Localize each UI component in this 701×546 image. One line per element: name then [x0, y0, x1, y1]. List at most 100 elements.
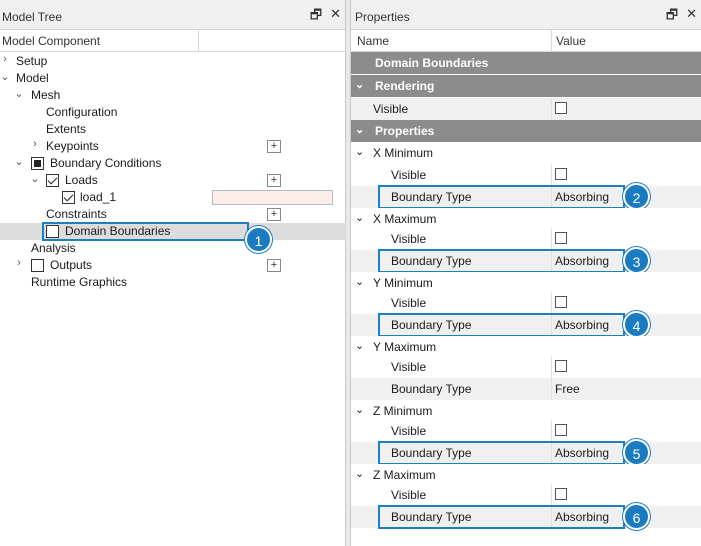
property-name: Visible [391, 232, 427, 246]
model-tree-panel: Model Tree 🗗 ✕ Model Component › Setup ⌄… [0, 0, 346, 546]
tree-item-analysis[interactable]: Analysis [0, 240, 346, 257]
tree-item-label: Analysis [31, 241, 76, 255]
group-label: Z Minimum [373, 404, 433, 418]
chevron-right-icon[interactable]: › [30, 138, 40, 150]
tree-item-loads[interactable]: ⌄ Loads + [0, 172, 346, 189]
group-label: X Maximum [373, 212, 437, 226]
visible-checkbox[interactable] [555, 168, 567, 180]
z-maximum-highlight [378, 505, 625, 529]
chevron-down-icon[interactable]: ⌄ [355, 275, 364, 288]
model-component-header: Model Component [2, 34, 101, 48]
visible-checkbox[interactable] [555, 424, 567, 436]
chevron-down-icon[interactable]: ⌄ [355, 467, 364, 480]
property-name: Visible [391, 488, 427, 502]
section-title: Domain Boundaries [375, 56, 489, 70]
add-keypoint-button[interactable]: + [267, 140, 281, 153]
group-label: Y Maximum [373, 340, 437, 354]
category-rendering[interactable]: ⌄ Rendering [351, 75, 701, 97]
property-row-visible: Visible [351, 356, 701, 378]
add-output-button[interactable]: + [267, 259, 281, 272]
close-icon[interactable]: ✕ [330, 6, 341, 28]
boundary-type-value[interactable]: Free [555, 382, 580, 396]
callout-badge-5: 5 [623, 439, 650, 466]
property-name: Visible [391, 168, 427, 182]
tree-item-label: Outputs [50, 258, 93, 272]
tree-item-outputs[interactable]: › Outputs + [0, 257, 346, 274]
tree-item-label: Constraints [46, 207, 107, 221]
tree-item-mesh[interactable]: ⌄ Mesh [0, 87, 346, 104]
value-column-header: Value [556, 34, 586, 48]
chevron-down-icon[interactable]: ⌄ [355, 211, 364, 224]
tree-item-keypoints[interactable]: › Keypoints + [0, 138, 346, 155]
outputs-checkbox[interactable] [31, 259, 44, 272]
chevron-down-icon[interactable]: ⌄ [0, 70, 10, 83]
tree-item-boundary-conditions[interactable]: ⌄ Boundary Conditions [0, 155, 346, 172]
chevron-down-icon[interactable]: ⌄ [355, 123, 364, 136]
chevron-down-icon[interactable]: ⌄ [355, 145, 364, 158]
property-row-boundary-type[interactable]: Boundary Type Free [351, 378, 701, 400]
category-properties[interactable]: ⌄ Properties [351, 120, 701, 142]
property-row-visible: Visible [351, 228, 701, 250]
chevron-down-icon[interactable]: ⌄ [355, 403, 364, 416]
section-title-row: Domain Boundaries [351, 52, 701, 74]
boundary-conditions-checkbox[interactable] [31, 157, 44, 170]
chevron-right-icon[interactable]: › [0, 53, 10, 65]
tree-item-label: load_1 [80, 190, 117, 204]
close-icon[interactable]: ✕ [686, 6, 697, 28]
tree-item-label: Setup [16, 54, 48, 68]
chevron-down-icon[interactable]: ⌄ [355, 339, 364, 352]
group-z-minimum[interactable]: ⌄ Z Minimum [351, 400, 701, 422]
model-tree-titlebar: Model Tree 🗗 ✕ [0, 0, 345, 30]
properties-column-header: Name Value [351, 30, 701, 52]
chevron-down-icon[interactable]: ⌄ [355, 78, 364, 91]
restore-icon[interactable]: 🗗 [310, 6, 322, 28]
visible-checkbox[interactable] [555, 102, 567, 114]
add-constraint-button[interactable]: + [267, 208, 281, 221]
load-color-swatch[interactable] [212, 190, 333, 205]
x-minimum-highlight [378, 185, 625, 209]
tree-item-label: Model [16, 71, 49, 85]
chevron-down-icon[interactable]: ⌄ [30, 172, 40, 185]
tree-item-runtime-graphics[interactable]: Runtime Graphics [0, 274, 346, 291]
chevron-down-icon[interactable]: ⌄ [14, 155, 24, 168]
tree-item-configuration[interactable]: Configuration [0, 104, 346, 121]
visible-checkbox[interactable] [555, 232, 567, 244]
domain-boundaries-highlight [42, 222, 249, 241]
visible-checkbox[interactable] [555, 488, 567, 500]
callout-badge-2: 2 [623, 183, 650, 210]
group-x-minimum[interactable]: ⌄ X Minimum [351, 142, 701, 164]
name-column-header: Name [357, 34, 390, 48]
property-row-visible: Visible [351, 292, 701, 314]
group-z-maximum[interactable]: ⌄ Z Maximum [351, 464, 701, 486]
property-row-visible: Visible [351, 420, 701, 442]
tree-item-label: Boundary Conditions [50, 156, 162, 170]
add-load-button[interactable]: + [267, 174, 281, 187]
group-x-maximum[interactable]: ⌄ X Maximum [351, 208, 701, 230]
tree-item-model[interactable]: ⌄ Model [0, 70, 346, 87]
property-row-visible: Visible [351, 164, 701, 186]
restore-icon[interactable]: 🗗 [666, 6, 678, 28]
visible-checkbox[interactable] [555, 296, 567, 308]
loads-checkbox[interactable] [46, 174, 59, 187]
category-label: Rendering [375, 79, 435, 93]
callout-badge-3: 3 [623, 247, 650, 274]
property-name: Visible [373, 102, 409, 116]
load-1-checkbox[interactable] [62, 191, 75, 204]
group-y-minimum[interactable]: ⌄ Y Minimum [351, 272, 701, 294]
tree-item-label: Extents [46, 122, 87, 136]
model-tree-column-header: Model Component [0, 30, 345, 52]
properties-panel: Properties 🗗 ✕ Name Value Domain Boundar… [351, 0, 701, 546]
tree-item-load-1[interactable]: load_1 [0, 189, 346, 206]
tree-item-label: Keypoints [46, 139, 99, 153]
visible-checkbox[interactable] [555, 360, 567, 372]
chevron-down-icon[interactable]: ⌄ [14, 87, 24, 100]
group-y-maximum[interactable]: ⌄ Y Maximum [351, 336, 701, 358]
property-name: Visible [391, 424, 427, 438]
tree-item-setup[interactable]: › Setup [0, 53, 346, 70]
tree-item-constraints[interactable]: Constraints + [0, 206, 346, 223]
tree-item-label: Mesh [31, 88, 61, 102]
callout-badge-6: 6 [623, 503, 650, 530]
chevron-right-icon[interactable]: › [14, 257, 24, 269]
tree-item-label: Loads [65, 173, 98, 187]
tree-item-extents[interactable]: Extents [0, 121, 346, 138]
